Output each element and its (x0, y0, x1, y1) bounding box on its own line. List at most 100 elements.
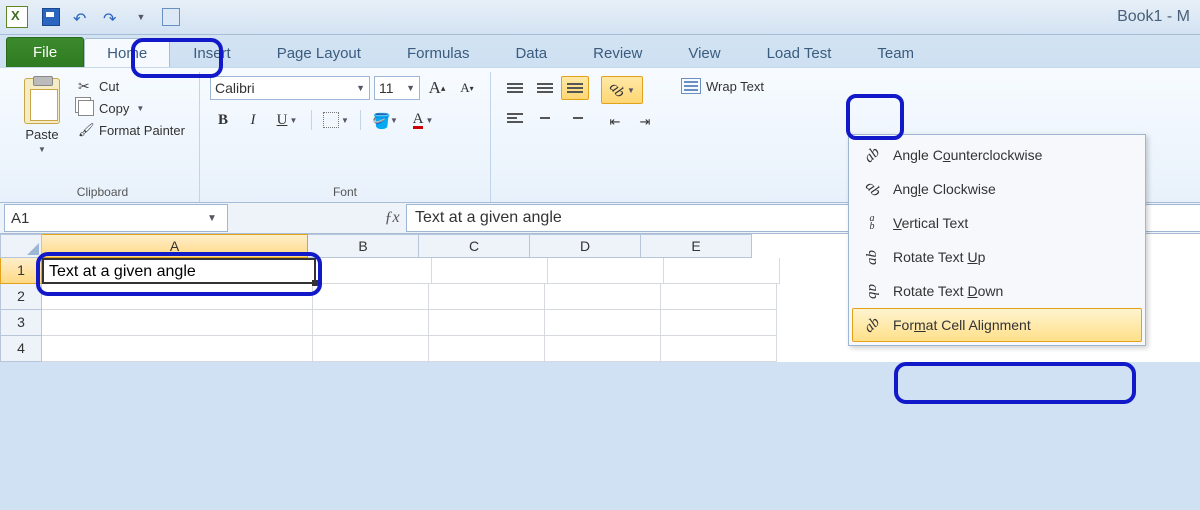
font-size-combo[interactable]: 11▼ (374, 76, 420, 100)
row-header[interactable]: 4 (0, 336, 42, 362)
tab-home[interactable]: Home (84, 38, 170, 67)
copy-button[interactable]: Copy▼ (74, 98, 189, 118)
row-header[interactable]: 2 (0, 284, 42, 310)
format-painter-button[interactable]: Format Painter (74, 120, 189, 140)
undo-icon (73, 9, 89, 25)
chevron-down-icon: ▼ (289, 116, 297, 125)
qat-customize-button[interactable]: ▼ (127, 4, 155, 30)
orientation-item-vert[interactable]: abVertical Text (852, 206, 1142, 240)
tab-team[interactable]: Team (854, 38, 937, 67)
ribbon-tabs: File Home Insert Page Layout Formulas Da… (0, 35, 1200, 67)
row-header[interactable]: 3 (0, 310, 42, 336)
cell[interactable] (545, 284, 661, 310)
fill-color-button[interactable]: 🪣▼ (368, 108, 402, 132)
cell[interactable] (664, 258, 780, 284)
group-label-font: Font (210, 183, 480, 202)
cell[interactable] (42, 310, 313, 336)
align-left-button[interactable] (501, 106, 529, 130)
cell[interactable] (313, 310, 429, 336)
select-all-button[interactable] (0, 234, 42, 258)
orientation-item-cw[interactable]: abAngle Clockwise (852, 172, 1142, 206)
wrap-text-label: Wrap Text (706, 79, 764, 94)
chevron-down-icon: ▼ (341, 116, 349, 125)
cell[interactable] (545, 336, 661, 362)
cell[interactable] (661, 310, 777, 336)
cell[interactable] (432, 258, 548, 284)
tab-page-layout[interactable]: Page Layout (254, 38, 384, 67)
row-header[interactable]: 1 (0, 258, 42, 284)
brush-icon (78, 122, 94, 138)
tab-data[interactable]: Data (492, 38, 570, 67)
chevron-down-icon: ▼ (406, 83, 415, 93)
cell[interactable] (316, 258, 432, 284)
qat-extra-button[interactable] (157, 4, 185, 30)
tab-review[interactable]: Review (570, 38, 665, 67)
tab-insert[interactable]: Insert (170, 38, 254, 67)
tab-formulas[interactable]: Formulas (384, 38, 493, 67)
orientation-item-up[interactable]: abRotate Text Up (852, 240, 1142, 274)
excel-logo-icon[interactable] (6, 6, 28, 28)
cell[interactable] (661, 284, 777, 310)
cell[interactable] (42, 336, 313, 362)
align-bottom-button[interactable] (561, 76, 589, 100)
fx-icon[interactable]: ƒx (378, 209, 406, 227)
tab-view[interactable]: View (665, 38, 743, 67)
group-alignment: ab ▼ ⇤ ⇥ Wrap Text (491, 72, 778, 202)
column-header-e[interactable]: E (641, 234, 752, 258)
cell[interactable] (661, 336, 777, 362)
cell[interactable] (429, 284, 545, 310)
orientation-item-label: Format Cell Alignment (893, 317, 1031, 333)
group-clipboard: Paste ▼ Cut Copy▼ Format Painter Clipboa… (6, 72, 200, 202)
tab-file[interactable]: File (6, 37, 84, 67)
qat-undo-button[interactable] (67, 4, 95, 30)
paste-label: Paste (25, 127, 58, 142)
cell[interactable] (313, 336, 429, 362)
align-bottom-icon (567, 83, 583, 93)
cell[interactable] (42, 284, 313, 310)
orientation-item-fmt[interactable]: abFormat Cell Alignment (852, 308, 1142, 342)
cell[interactable] (313, 284, 429, 310)
align-center-button[interactable] (531, 106, 559, 130)
grow-font-button[interactable]: A▴ (424, 76, 450, 100)
qat-redo-button[interactable] (97, 4, 125, 30)
orientation-button[interactable]: ab ▼ (601, 76, 643, 104)
font-color-button[interactable]: A▼ (406, 108, 440, 132)
font-name-combo[interactable]: Calibri▼ (210, 76, 370, 100)
wrap-text-button[interactable]: Wrap Text (677, 76, 768, 96)
bold-button[interactable]: B (210, 108, 236, 132)
column-header-b[interactable]: B (308, 234, 419, 258)
align-top-button[interactable] (501, 76, 529, 100)
orientation-item-label: Rotate Text Down (893, 283, 1003, 299)
column-header-c[interactable]: C (419, 234, 530, 258)
cell[interactable] (429, 310, 545, 336)
format-painter-label: Format Painter (99, 123, 185, 138)
qat-save-button[interactable] (37, 4, 65, 30)
column-header-a[interactable]: A (42, 234, 308, 258)
group-label-alignment (501, 183, 768, 202)
scissors-icon (78, 78, 94, 94)
paste-button[interactable]: Paste ▼ (16, 74, 68, 183)
align-middle-button[interactable] (531, 76, 559, 100)
align-right-button[interactable] (561, 106, 589, 130)
cell[interactable]: Text at a given angle (42, 258, 316, 284)
orientation-item-label: Angle Counterclockwise (893, 147, 1042, 163)
shrink-font-button[interactable]: A▾ (454, 76, 480, 100)
orientation-item-down[interactable]: abRotate Text Down (852, 274, 1142, 308)
tab-load-test[interactable]: Load Test (744, 38, 855, 67)
document-title: Book1 - M (1117, 8, 1194, 26)
cell[interactable] (429, 336, 545, 362)
name-box[interactable]: A1 ▼ (4, 204, 228, 232)
redo-icon (103, 9, 119, 25)
cell[interactable] (548, 258, 664, 284)
borders-button[interactable]: ▼ (319, 108, 353, 132)
decrease-indent-button[interactable]: ⇤ (601, 110, 629, 134)
column-header-d[interactable]: D (530, 234, 641, 258)
cut-button[interactable]: Cut (74, 76, 189, 96)
title-bar: ▼ Book1 - M (0, 0, 1200, 35)
orientation-item-ccw[interactable]: abAngle Counterclockwise (852, 138, 1142, 172)
italic-button[interactable]: I (240, 108, 266, 132)
cell[interactable] (545, 310, 661, 336)
underline-button[interactable]: U▼ (270, 108, 304, 132)
increase-indent-button[interactable]: ⇥ (631, 110, 659, 134)
orientation-icon: ab (605, 79, 628, 102)
